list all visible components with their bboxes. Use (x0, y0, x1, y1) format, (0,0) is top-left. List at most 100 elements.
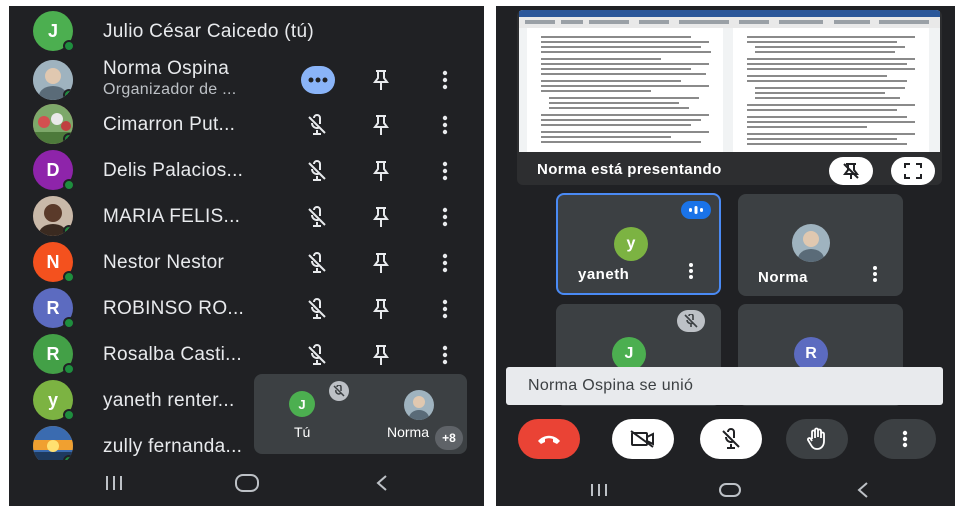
participant-name: Nestor Nestor (103, 252, 225, 273)
participant-name: ROBINSO RO... (103, 298, 245, 319)
avatar: R (794, 337, 828, 371)
back-icon[interactable] (856, 481, 870, 499)
participant-row[interactable]: MARIA FELIS... (9, 194, 484, 240)
speaking-indicator-icon (681, 201, 711, 219)
self-avatar: J (289, 391, 315, 417)
system-nav-bar (9, 460, 484, 506)
mic-off-icon (722, 428, 740, 449)
document-text-lines (541, 36, 711, 143)
more-options-icon[interactable] (872, 266, 878, 282)
participant-name: yaneth renter... (103, 390, 235, 411)
more-options-icon[interactable] (431, 111, 459, 139)
online-status-dot (63, 271, 75, 283)
more-options-icon[interactable] (431, 66, 459, 94)
participant-name: zully fernanda... (103, 436, 243, 457)
end-call-button[interactable] (518, 419, 580, 459)
avatar: N (33, 242, 75, 283)
fullscreen-button[interactable] (891, 157, 935, 185)
mic-off-icon (303, 295, 331, 323)
pin-icon[interactable] (367, 66, 395, 94)
raise-hand-button[interactable] (786, 419, 848, 459)
recent-apps-icon[interactable] (589, 483, 609, 497)
mic-off-icon (303, 157, 331, 185)
presentation-tile[interactable]: Norma está presentando (517, 10, 942, 185)
participant-name: MARIA FELIS... (103, 206, 241, 227)
more-options-icon[interactable] (688, 263, 694, 279)
participant-row[interactable]: R Rosalba Casti... (9, 332, 484, 378)
pin-icon[interactable] (367, 157, 395, 185)
pin-icon[interactable] (367, 341, 395, 369)
online-status-dot (63, 40, 75, 52)
person-photo-icon (404, 390, 434, 420)
recent-apps-icon[interactable] (104, 475, 124, 491)
join-notification: Norma Ospina se unió (506, 367, 943, 405)
back-icon[interactable] (374, 474, 390, 492)
participant-name: Cimarron Put... (103, 114, 236, 135)
more-participants-badge[interactable]: +8 (435, 426, 463, 450)
avatar-initial: R (46, 297, 60, 318)
mic-toggle-button[interactable] (700, 419, 762, 459)
avatar-initial: y (47, 389, 58, 410)
document-page (527, 28, 723, 152)
mic-off-icon (303, 341, 331, 369)
mic-off-icon (303, 111, 331, 139)
more-options-icon (902, 430, 908, 448)
online-status-dot (63, 133, 73, 144)
avatar: J (33, 11, 75, 52)
self-label: Tú (294, 424, 311, 440)
document-text-lines (747, 36, 915, 145)
mic-off-icon (329, 381, 349, 401)
online-status-dot (63, 225, 73, 236)
avatar-initial: J (47, 20, 58, 41)
pin-off-icon (843, 163, 859, 179)
document-page (733, 28, 929, 152)
home-icon[interactable] (234, 473, 260, 493)
participant-row[interactable]: N Nestor Nestor (9, 240, 484, 286)
pin-icon[interactable] (367, 249, 395, 277)
more-options-icon[interactable] (431, 157, 459, 185)
more-options-button[interactable] (874, 419, 936, 459)
floating-self-view[interactable]: J Tú Norma +8 (254, 374, 467, 454)
pin-icon[interactable] (367, 203, 395, 231)
mic-off-icon (303, 249, 331, 277)
hand-icon (807, 427, 825, 450)
mic-off-icon (677, 310, 705, 332)
avatar-initial: R (805, 345, 817, 362)
more-options-icon[interactable] (431, 249, 459, 277)
online-status-dot (63, 317, 75, 329)
online-status-dot (63, 363, 75, 375)
participant-tile[interactable]: y yaneth (556, 193, 721, 295)
fullscreen-icon (904, 163, 922, 179)
mic-off-icon (303, 203, 331, 231)
avatar-initial: R (46, 343, 60, 364)
participant-tile[interactable]: Norma (738, 194, 903, 296)
camera-off-icon (630, 430, 654, 448)
more-options-icon[interactable] (431, 295, 459, 323)
pin-icon[interactable] (367, 111, 395, 139)
participant-row[interactable]: D Delis Palacios... (9, 148, 484, 194)
avatar-initial: y (626, 235, 636, 252)
home-icon[interactable] (718, 482, 742, 498)
pin-icon[interactable] (367, 295, 395, 323)
document-toolbar (519, 10, 940, 28)
participant-row[interactable]: J Julio César Caicedo (tú) (9, 8, 484, 54)
more-options-icon[interactable] (431, 341, 459, 369)
online-status-dot (63, 179, 75, 191)
avatar-initial: J (624, 345, 634, 362)
avatar: D (33, 150, 75, 191)
avatar-photo (404, 390, 434, 420)
meeting-view: Norma está presentando y yaneth Norma J (496, 6, 955, 506)
camera-toggle-button[interactable] (612, 419, 674, 459)
participant-name: Julio César Caicedo (tú) (103, 21, 315, 42)
person-photo-icon (792, 224, 830, 262)
more-options-icon[interactable] (431, 203, 459, 231)
avatar-initial: N (46, 251, 60, 272)
online-status-dot (63, 89, 73, 100)
participant-row[interactable]: Norma Ospina Organizador de ... (9, 54, 484, 104)
tile-name: Norma (758, 269, 809, 286)
notification-text: Norma Ospina se unió (528, 377, 694, 394)
participant-row[interactable]: Cimarron Put... (9, 102, 484, 148)
participant-row[interactable]: R ROBINSO RO... (9, 286, 484, 332)
unpin-presentation-button[interactable] (829, 157, 873, 185)
audio-activity-icon (301, 66, 335, 94)
